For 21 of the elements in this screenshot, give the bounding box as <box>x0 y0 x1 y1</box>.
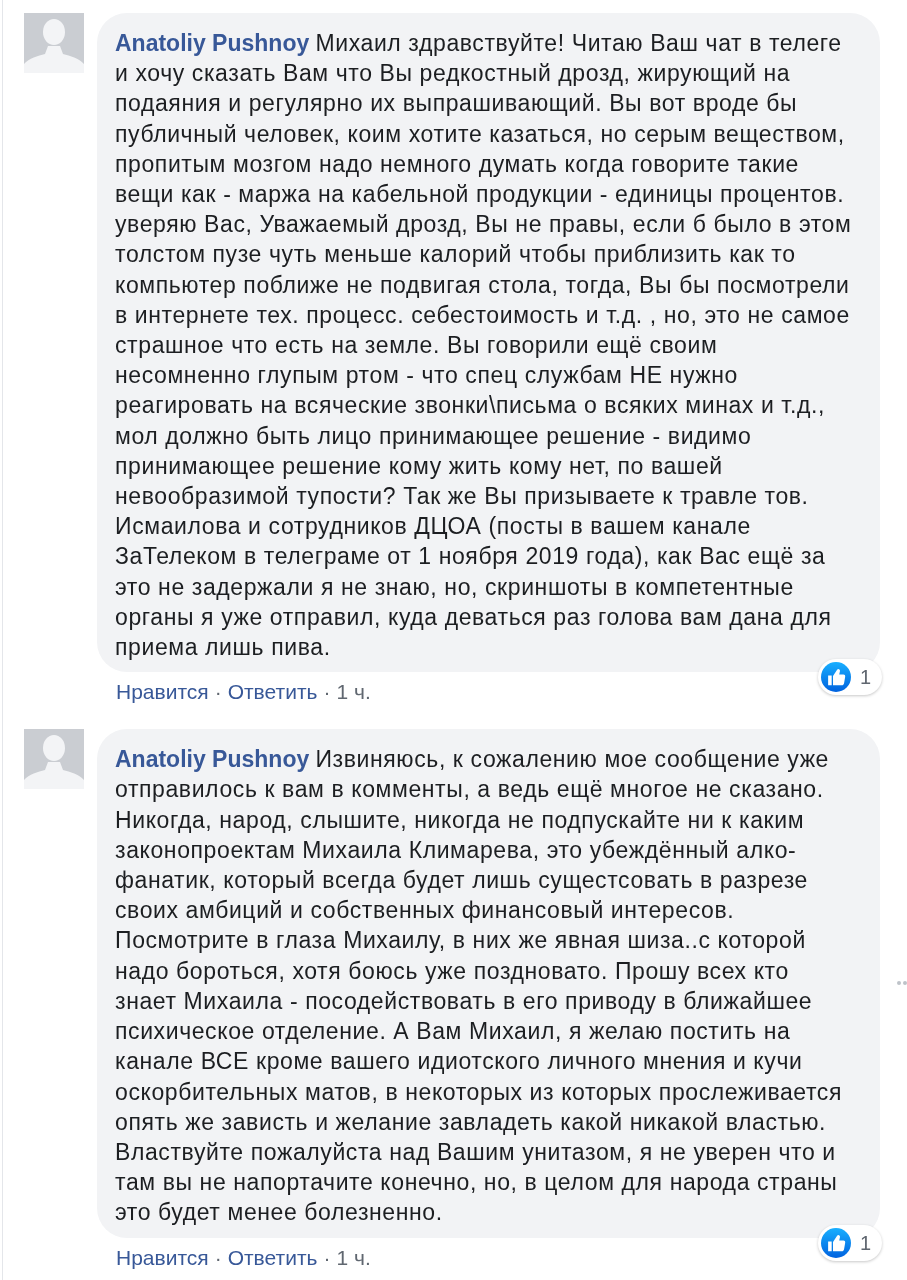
like-link[interactable]: Нравится <box>116 1245 209 1270</box>
dot-separator: · <box>214 1245 222 1270</box>
timestamp-link[interactable]: 1 ч. <box>336 680 371 705</box>
dot-separator: · <box>323 680 331 705</box>
avatar[interactable] <box>24 13 84 73</box>
dot-separator: · <box>323 1245 331 1270</box>
reply-link[interactable]: Ответить <box>227 680 318 705</box>
ellipsis-icon[interactable] <box>897 981 907 986</box>
like-link[interactable]: Нравится <box>116 680 209 705</box>
author-name-link[interactable]: Anatoliy Pushnoy <box>115 746 310 773</box>
reaction-count: 1 <box>859 1230 871 1256</box>
thumbs-up-icon <box>820 662 851 693</box>
author-name-link[interactable]: Anatoliy Pushnoy <box>115 30 310 56</box>
reaction-count: 1 <box>859 665 871 691</box>
reaction-badge[interactable]: 1 <box>817 1224 882 1261</box>
dot-separator: · <box>214 680 222 705</box>
timestamp-link[interactable]: 1 ч. <box>336 1245 371 1270</box>
avatar[interactable] <box>24 729 84 790</box>
reply-link[interactable]: Ответить <box>227 1245 318 1270</box>
reaction-badge[interactable]: 1 <box>817 659 882 696</box>
thumbs-up-icon <box>820 1227 851 1258</box>
